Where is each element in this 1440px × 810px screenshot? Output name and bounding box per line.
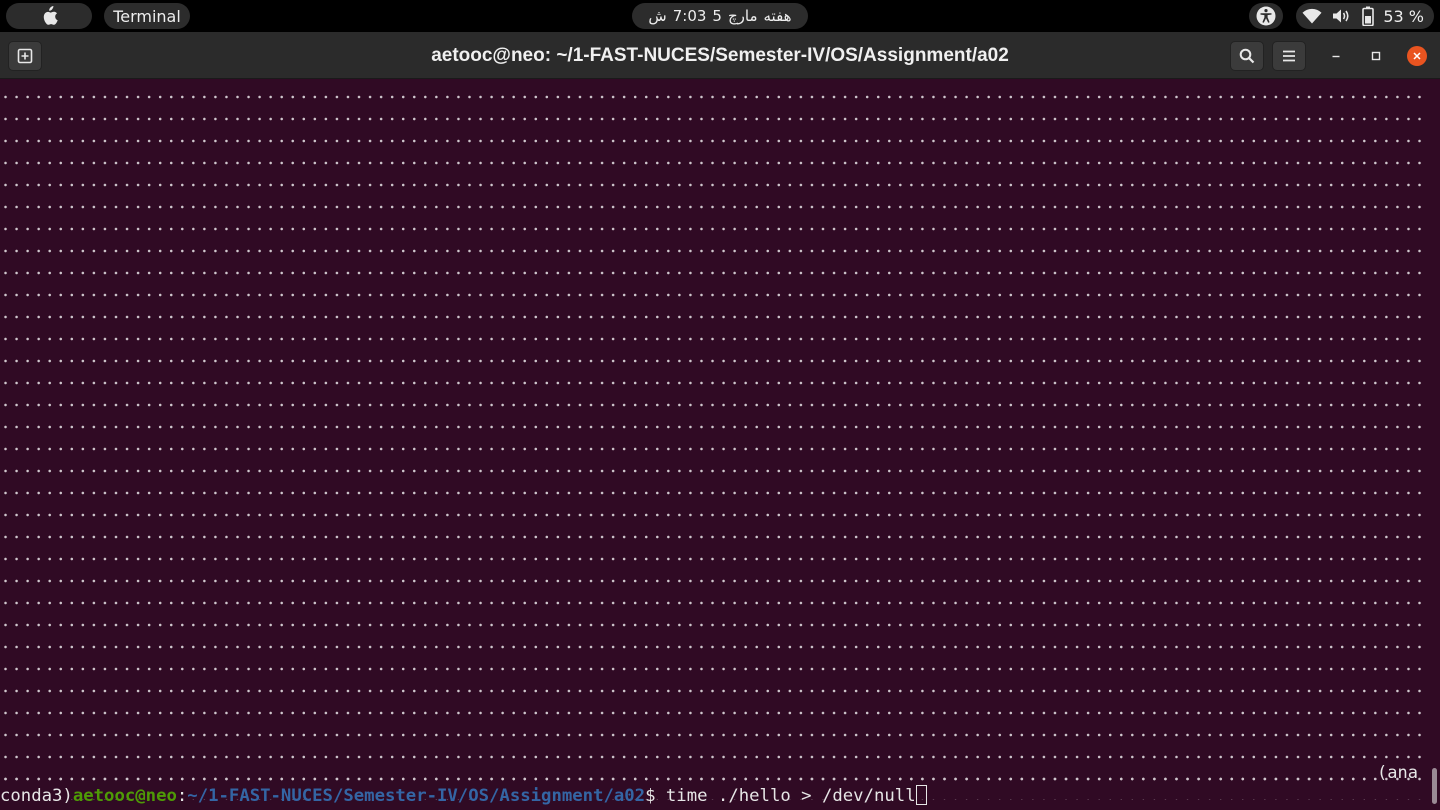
hamburger-menu-icon — [1283, 50, 1295, 62]
app-name-label: Terminal — [113, 6, 181, 26]
command-text[interactable]: time ./hello > /dev/null — [656, 786, 916, 806]
terminal-dot-output — [0, 80, 1425, 800]
clock-day: هفته — [763, 7, 792, 25]
clock-date: 5 — [712, 7, 722, 25]
window-title: aetooc@neo: ~/1-FAST-NUCES/Semester-IV/O… — [431, 45, 1009, 66]
maximize-icon — [1371, 51, 1381, 61]
app-menu-button[interactable]: Terminal — [104, 3, 190, 29]
top-bar: Terminal هفته مارچ 5 7:03 ش 53 % — [0, 0, 1440, 32]
close-icon — [1413, 52, 1421, 60]
text-cursor — [915, 785, 927, 805]
clock-button[interactable]: هفته مارچ 5 7:03 ش — [632, 3, 808, 29]
activities-button[interactable] — [6, 3, 92, 29]
wrapped-prompt-fragment: (ana — [1377, 763, 1418, 783]
close-button[interactable] — [1407, 46, 1427, 66]
new-tab-button[interactable] — [8, 41, 42, 71]
clock-ampm: ش — [648, 7, 667, 25]
window-header-bar: aetooc@neo: ~/1-FAST-NUCES/Semester-IV/O… — [0, 32, 1440, 79]
wifi-icon — [1302, 8, 1322, 24]
minimize-icon — [1332, 55, 1340, 58]
minimize-button[interactable] — [1326, 46, 1346, 66]
command-prompt-line[interactable]: conda3)aetooc@neo:~/1-FAST-NUCES/Semeste… — [0, 784, 927, 808]
clock-time: 7:03 — [672, 7, 707, 25]
system-tray[interactable]: 53 % — [1296, 3, 1434, 29]
terminal-dot-output-tail — [0, 762, 1375, 784]
prompt-user-host: aetooc@neo — [72, 786, 177, 806]
apple-icon — [43, 6, 58, 25]
battery-percentage: 53 % — [1383, 6, 1424, 26]
clock-month: مارچ — [727, 7, 758, 25]
prompt-symbol: $ — [645, 786, 656, 806]
menu-button[interactable] — [1272, 41, 1306, 71]
prompt-path: ~/1-FAST-NUCES/Semester-IV/OS/Assignment… — [187, 786, 646, 806]
accessibility-button[interactable] — [1249, 3, 1283, 29]
search-button[interactable] — [1230, 41, 1264, 71]
maximize-button[interactable] — [1366, 46, 1386, 66]
accessibility-icon — [1256, 6, 1276, 26]
prompt-env: conda3) — [0, 786, 73, 806]
terminal-output-area[interactable]: (ana conda3)aetooc@neo:~/1-FAST-NUCES/Se… — [0, 80, 1440, 810]
new-tab-icon — [17, 48, 33, 64]
scrollbar[interactable] — [1432, 768, 1437, 804]
prompt-separator: : — [176, 786, 188, 806]
battery-icon — [1361, 6, 1374, 26]
volume-icon — [1332, 8, 1352, 24]
search-icon — [1239, 48, 1255, 64]
